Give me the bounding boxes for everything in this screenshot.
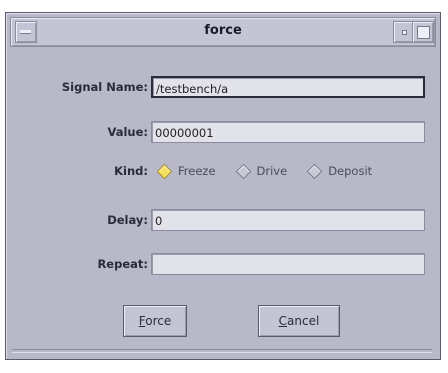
radio-diamond-icon xyxy=(235,163,251,179)
cancel-mnemonic: C xyxy=(278,314,288,328)
delay-field[interactable]: 0 xyxy=(151,209,425,231)
title-bar[interactable]: force xyxy=(10,17,436,47)
radio-diamond-icon xyxy=(306,163,323,179)
repeat-field[interactable] xyxy=(151,253,425,275)
signal-name-label: Signal Name: xyxy=(61,80,148,94)
dialog-content: Signal Name: /testbench/a Value: 0000000… xyxy=(12,49,432,353)
kind-option-deposit[interactable]: Deposit xyxy=(305,163,373,179)
force-dialog: force Signal Name: /testbench/a Value: 0… xyxy=(5,12,441,360)
value-field[interactable]: 00000001 xyxy=(151,121,425,143)
repeat-label: Repeat: xyxy=(97,257,148,271)
kind-option-label: Deposit xyxy=(328,164,373,178)
kind-option-freeze[interactable]: Freeze xyxy=(155,163,216,179)
radio-diamond-icon xyxy=(156,163,173,179)
force-button[interactable]: Force xyxy=(123,305,187,337)
kind-option-label: Drive xyxy=(256,164,288,178)
minimize-icon xyxy=(402,30,407,35)
signal-name-field[interactable]: /testbench/a xyxy=(151,76,425,98)
kind-option-drive[interactable]: Drive xyxy=(234,163,288,179)
kind-option-label: Freeze xyxy=(178,164,216,178)
delay-label: Delay: xyxy=(107,213,148,227)
kind-label: Kind: xyxy=(114,164,148,178)
maximize-icon xyxy=(417,26,430,39)
window-title: force xyxy=(204,23,242,38)
cancel-label-rest: ancel xyxy=(287,314,320,328)
maximize-button[interactable] xyxy=(412,21,434,43)
cancel-button[interactable]: Cancel xyxy=(258,305,340,337)
force-label-rest: orce xyxy=(145,314,172,328)
bottom-separator xyxy=(12,349,432,353)
value-label: Value: xyxy=(107,125,148,139)
kind-radio-group: Freeze Drive Deposit xyxy=(155,160,390,182)
